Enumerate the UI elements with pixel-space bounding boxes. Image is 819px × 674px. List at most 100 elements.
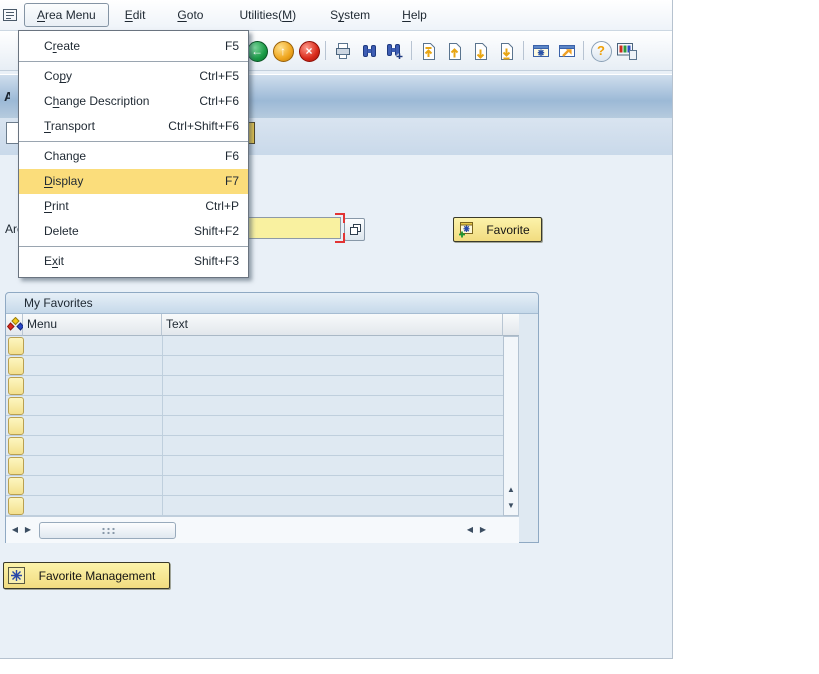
panel-title: My Favorites xyxy=(6,293,538,314)
menubar-item-area-menu[interactable]: Area Menu xyxy=(24,3,109,27)
menu-cell xyxy=(23,456,163,475)
favorite-button[interactable]: Favorite xyxy=(453,217,542,242)
scroll-left-icon[interactable]: ◀ xyxy=(9,522,21,538)
menu-item-display[interactable]: Display F7 xyxy=(19,169,248,194)
new-session-icon[interactable] xyxy=(529,39,553,63)
add-favorite-icon xyxy=(458,221,475,238)
next-page-icon[interactable] xyxy=(469,39,493,63)
menubar-item-edit[interactable]: Edit xyxy=(115,4,156,26)
menubar-item-goto[interactable]: Goto xyxy=(167,4,213,26)
text-cell xyxy=(162,356,503,375)
favorites-table-body xyxy=(6,336,503,516)
menu-separator xyxy=(19,246,248,247)
text-cell xyxy=(162,496,503,515)
thumb-grip xyxy=(100,527,115,534)
my-favorites-panel: My Favorites Menu Text ▲ ▼ ◀ ▶ ◀ ▶ xyxy=(5,292,539,543)
horizontal-scrollbar[interactable]: ◀ ▶ ◀ ▶ xyxy=(6,516,519,543)
find-icon[interactable] xyxy=(357,39,381,63)
menu-item-change-description[interactable]: Change Description Ctrl+F6 xyxy=(19,89,248,114)
scrollbar-header-cap xyxy=(503,314,519,336)
table-row xyxy=(6,436,503,456)
row-select-button[interactable] xyxy=(8,437,24,455)
table-row xyxy=(6,416,503,436)
favorite-management-icon xyxy=(8,567,25,584)
row-select-button[interactable] xyxy=(8,457,24,475)
text-cell xyxy=(162,336,503,355)
menu-item-print[interactable]: Print Ctrl+P xyxy=(19,194,248,219)
row-select-button[interactable] xyxy=(8,377,24,395)
scroll-right-icon[interactable]: ▶ xyxy=(22,522,34,538)
menu-cell xyxy=(23,436,163,455)
favorite-button-label: Favorite xyxy=(486,222,530,237)
menu-separator xyxy=(19,141,248,142)
create-shortcut-icon[interactable] xyxy=(555,39,579,63)
table-header-row: Menu Text xyxy=(6,314,519,336)
menubar-item-utilities[interactable]: Utilities(M) xyxy=(229,4,306,26)
row-select-button[interactable] xyxy=(8,417,24,435)
scroll-up-icon[interactable]: ▲ xyxy=(504,482,518,498)
row-select-button[interactable] xyxy=(8,357,24,375)
menu-cell xyxy=(23,396,163,415)
row-select-button[interactable] xyxy=(8,397,24,415)
toolbar-separator xyxy=(583,41,584,60)
cancel-icon[interactable]: × xyxy=(297,39,321,63)
table-row xyxy=(6,356,503,376)
vertical-scrollbar[interactable]: ▲ ▼ xyxy=(503,336,519,516)
table-row xyxy=(6,496,503,516)
menu-cell xyxy=(23,356,163,375)
screen: Area Menu Edit Goto Utilities(M) System … xyxy=(0,0,819,674)
scroll-down-icon[interactable]: ▼ xyxy=(504,498,518,514)
scroll-right-icon[interactable]: ▶ xyxy=(477,522,489,538)
menu-separator xyxy=(19,61,248,62)
area-menu-dropdown: Create F5 Copy Ctrl+F5 Change Descriptio… xyxy=(18,30,249,278)
table-row xyxy=(6,396,503,416)
menu-item-transport[interactable]: Transport Ctrl+Shift+F6 xyxy=(19,114,248,139)
text-cell xyxy=(162,376,503,395)
column-header-menu[interactable]: Menu xyxy=(23,314,162,336)
help-icon[interactable]: ? xyxy=(589,39,613,63)
system-menu-icon[interactable] xyxy=(3,8,18,22)
overlapping-pages-icon xyxy=(349,223,361,235)
menu-cell xyxy=(23,496,163,515)
menubar-item-help[interactable]: Help xyxy=(392,4,437,26)
table-row xyxy=(6,456,503,476)
column-header-text[interactable]: Text xyxy=(162,314,503,336)
row-select-button[interactable] xyxy=(8,337,24,355)
previous-page-icon[interactable] xyxy=(443,39,467,63)
table-row xyxy=(6,376,503,396)
menubar-item-system[interactable]: System xyxy=(320,4,380,26)
selection-column-header[interactable] xyxy=(6,314,25,336)
focus-corner xyxy=(335,233,345,243)
hierarchy-icon xyxy=(6,316,25,331)
toolbar-separator xyxy=(325,41,326,60)
text-cell xyxy=(162,456,503,475)
sap-window: Area Menu Edit Goto Utilities(M) System … xyxy=(0,0,673,659)
menu-item-delete[interactable]: Delete Shift+F2 xyxy=(19,219,248,244)
menu-cell xyxy=(23,476,163,495)
menu-cell xyxy=(23,376,163,395)
menu-item-change[interactable]: Change F6 xyxy=(19,144,248,169)
menu-item-exit[interactable]: Exit Shift+F3 xyxy=(19,249,248,274)
toolbar-separator xyxy=(411,41,412,60)
first-page-icon[interactable] xyxy=(417,39,441,63)
menu-item-create[interactable]: Create F5 xyxy=(19,34,248,59)
scroll-left-icon[interactable]: ◀ xyxy=(464,522,476,538)
find-next-icon[interactable] xyxy=(383,39,407,63)
menu-cell xyxy=(23,336,163,355)
print-icon[interactable] xyxy=(331,39,355,63)
row-select-button[interactable] xyxy=(8,497,24,515)
menubar: Area Menu Edit Goto Utilities(M) System … xyxy=(0,0,672,31)
menu-item-copy[interactable]: Copy Ctrl+F5 xyxy=(19,64,248,89)
customize-layout-icon[interactable] xyxy=(615,39,639,63)
last-page-icon[interactable] xyxy=(495,39,519,63)
text-cell xyxy=(162,396,503,415)
scrollbar-thumb[interactable] xyxy=(39,522,176,539)
text-cell xyxy=(162,436,503,455)
favorite-management-button[interactable]: Favorite Management xyxy=(3,562,170,589)
favorite-management-label: Favorite Management xyxy=(38,568,156,583)
text-cell xyxy=(162,476,503,495)
table-row xyxy=(6,476,503,496)
matchcode-button[interactable] xyxy=(344,218,365,241)
row-select-button[interactable] xyxy=(8,477,24,495)
exit-icon[interactable]: ↑ xyxy=(271,39,295,63)
